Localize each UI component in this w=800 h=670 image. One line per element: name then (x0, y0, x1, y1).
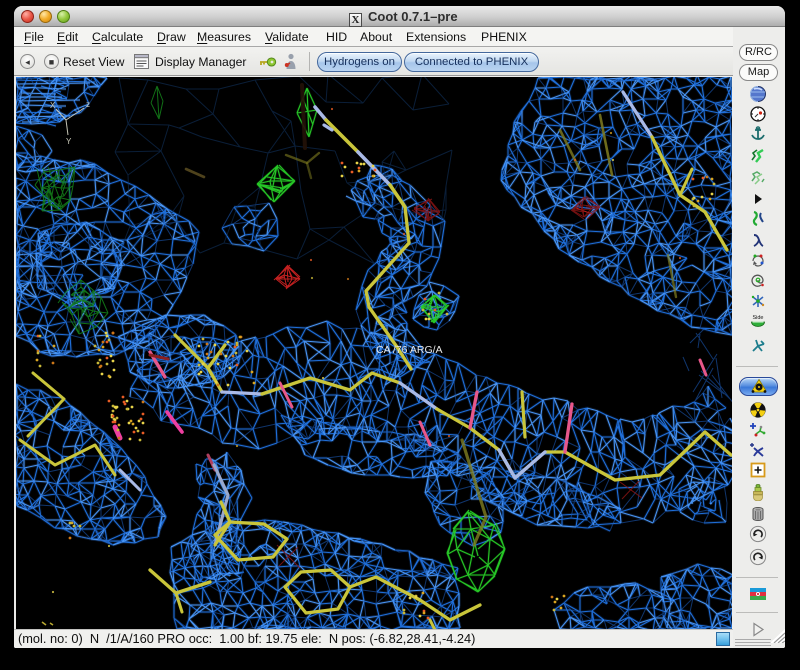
svg-text:X: X (50, 101, 56, 110)
svg-text:Side: Side (752, 315, 763, 321)
svg-text:Y: Y (66, 137, 72, 146)
svg-text:CA /76 ARG/A: CA /76 ARG/A (376, 344, 443, 356)
svg-text:z: z (86, 100, 90, 109)
